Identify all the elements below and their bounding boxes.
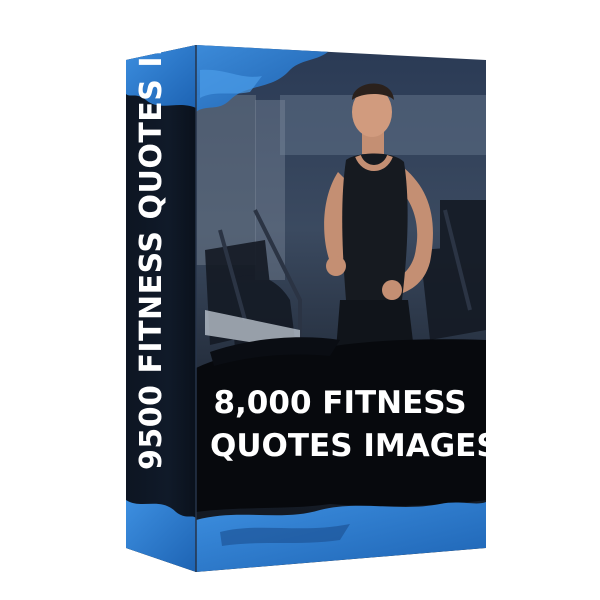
product-box-artwork (126, 45, 486, 572)
box-front (196, 45, 486, 572)
product-box-stage: 9500 FITNESS QUOTES IMAGES 8,000 FITNESS… (0, 0, 600, 600)
front-title: 8,000 FITNESS QUOTES IMAGES (210, 382, 499, 468)
front-title-line-2: QUOTES IMAGES (210, 428, 499, 464)
front-title-line-1: 8,000 FITNESS (213, 385, 467, 421)
spine-title: 9500 FITNESS QUOTES IMAGES (134, 0, 169, 470)
